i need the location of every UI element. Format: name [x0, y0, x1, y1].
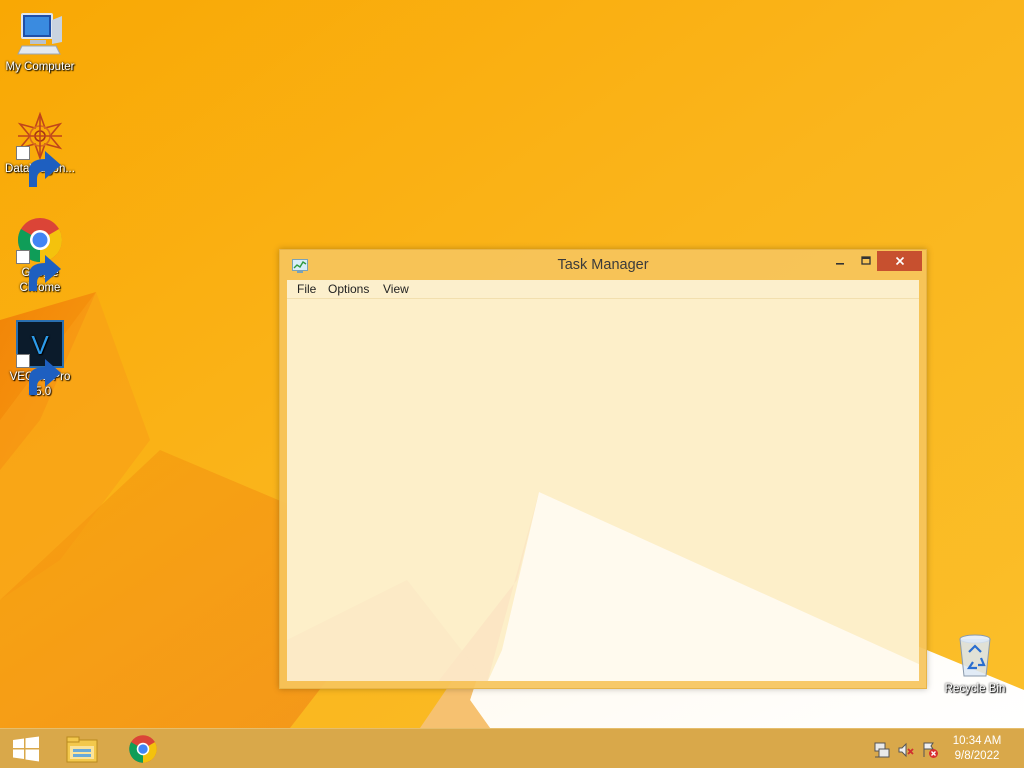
- vegas-icon: V: [16, 320, 64, 395]
- minimize-icon: [836, 263, 844, 265]
- volume-muted-icon[interactable]: [897, 741, 915, 759]
- shortcut-arrow-icon: [16, 250, 61, 291]
- desktop-icon-google-chrome[interactable]: Google Chrome: [0, 216, 80, 296]
- network-icon[interactable]: [873, 741, 891, 759]
- shortcut-arrow-icon: [16, 354, 61, 395]
- chrome-icon: [129, 735, 157, 763]
- taskbar-clock[interactable]: 10:34 AM 9/8/2022: [942, 734, 1012, 764]
- menu-view[interactable]: View: [383, 282, 409, 296]
- task-manager-window[interactable]: Task Manager File Options View: [279, 249, 927, 689]
- computer-icon: [16, 10, 64, 58]
- desktop-icon-datawagon[interactable]: DataWagon...: [0, 111, 80, 187]
- window-client-area: File Options View: [287, 280, 919, 681]
- taskbar: 10:34 AM 9/8/2022: [0, 728, 1024, 768]
- menu-bar: File Options View: [287, 280, 919, 299]
- desktop-icon-my-computer[interactable]: My Computer: [0, 10, 80, 75]
- menu-options[interactable]: Options: [328, 282, 369, 296]
- desktop[interactable]: My Computer DataWagon...: [0, 0, 1024, 728]
- desktop-icon-vegas-pro[interactable]: V VEGAS Pro 15.0: [0, 320, 80, 400]
- clock-date: 9/8/2022: [954, 750, 1000, 762]
- chrome-icon: [16, 216, 64, 291]
- close-button[interactable]: [877, 251, 922, 271]
- shortcut-arrow-icon: [16, 146, 61, 187]
- desktop-icon-label: Recycle Bin: [944, 683, 1006, 695]
- file-explorer-taskbar-button[interactable]: [56, 729, 108, 768]
- clock-time: 10:34 AM: [952, 735, 1002, 747]
- window-titlebar[interactable]: Task Manager: [280, 250, 926, 280]
- datawagon-icon: [16, 111, 64, 187]
- desktop-icon-label: My Computer: [5, 61, 75, 73]
- window-background: [287, 280, 919, 681]
- maximize-button[interactable]: [852, 251, 880, 271]
- maximize-icon: [861, 256, 871, 265]
- menu-file[interactable]: File: [297, 282, 316, 296]
- start-button[interactable]: [0, 729, 52, 768]
- windows-logo-icon: [13, 736, 39, 762]
- desktop-icon-recycle-bin[interactable]: Recycle Bin: [935, 632, 1015, 697]
- action-center-icon[interactable]: [921, 741, 939, 759]
- minimize-button[interactable]: [826, 251, 854, 271]
- file-explorer-icon: [66, 736, 98, 763]
- recycle-bin-icon: [951, 632, 999, 680]
- chrome-taskbar-button[interactable]: [117, 729, 169, 768]
- close-icon: [895, 256, 904, 266]
